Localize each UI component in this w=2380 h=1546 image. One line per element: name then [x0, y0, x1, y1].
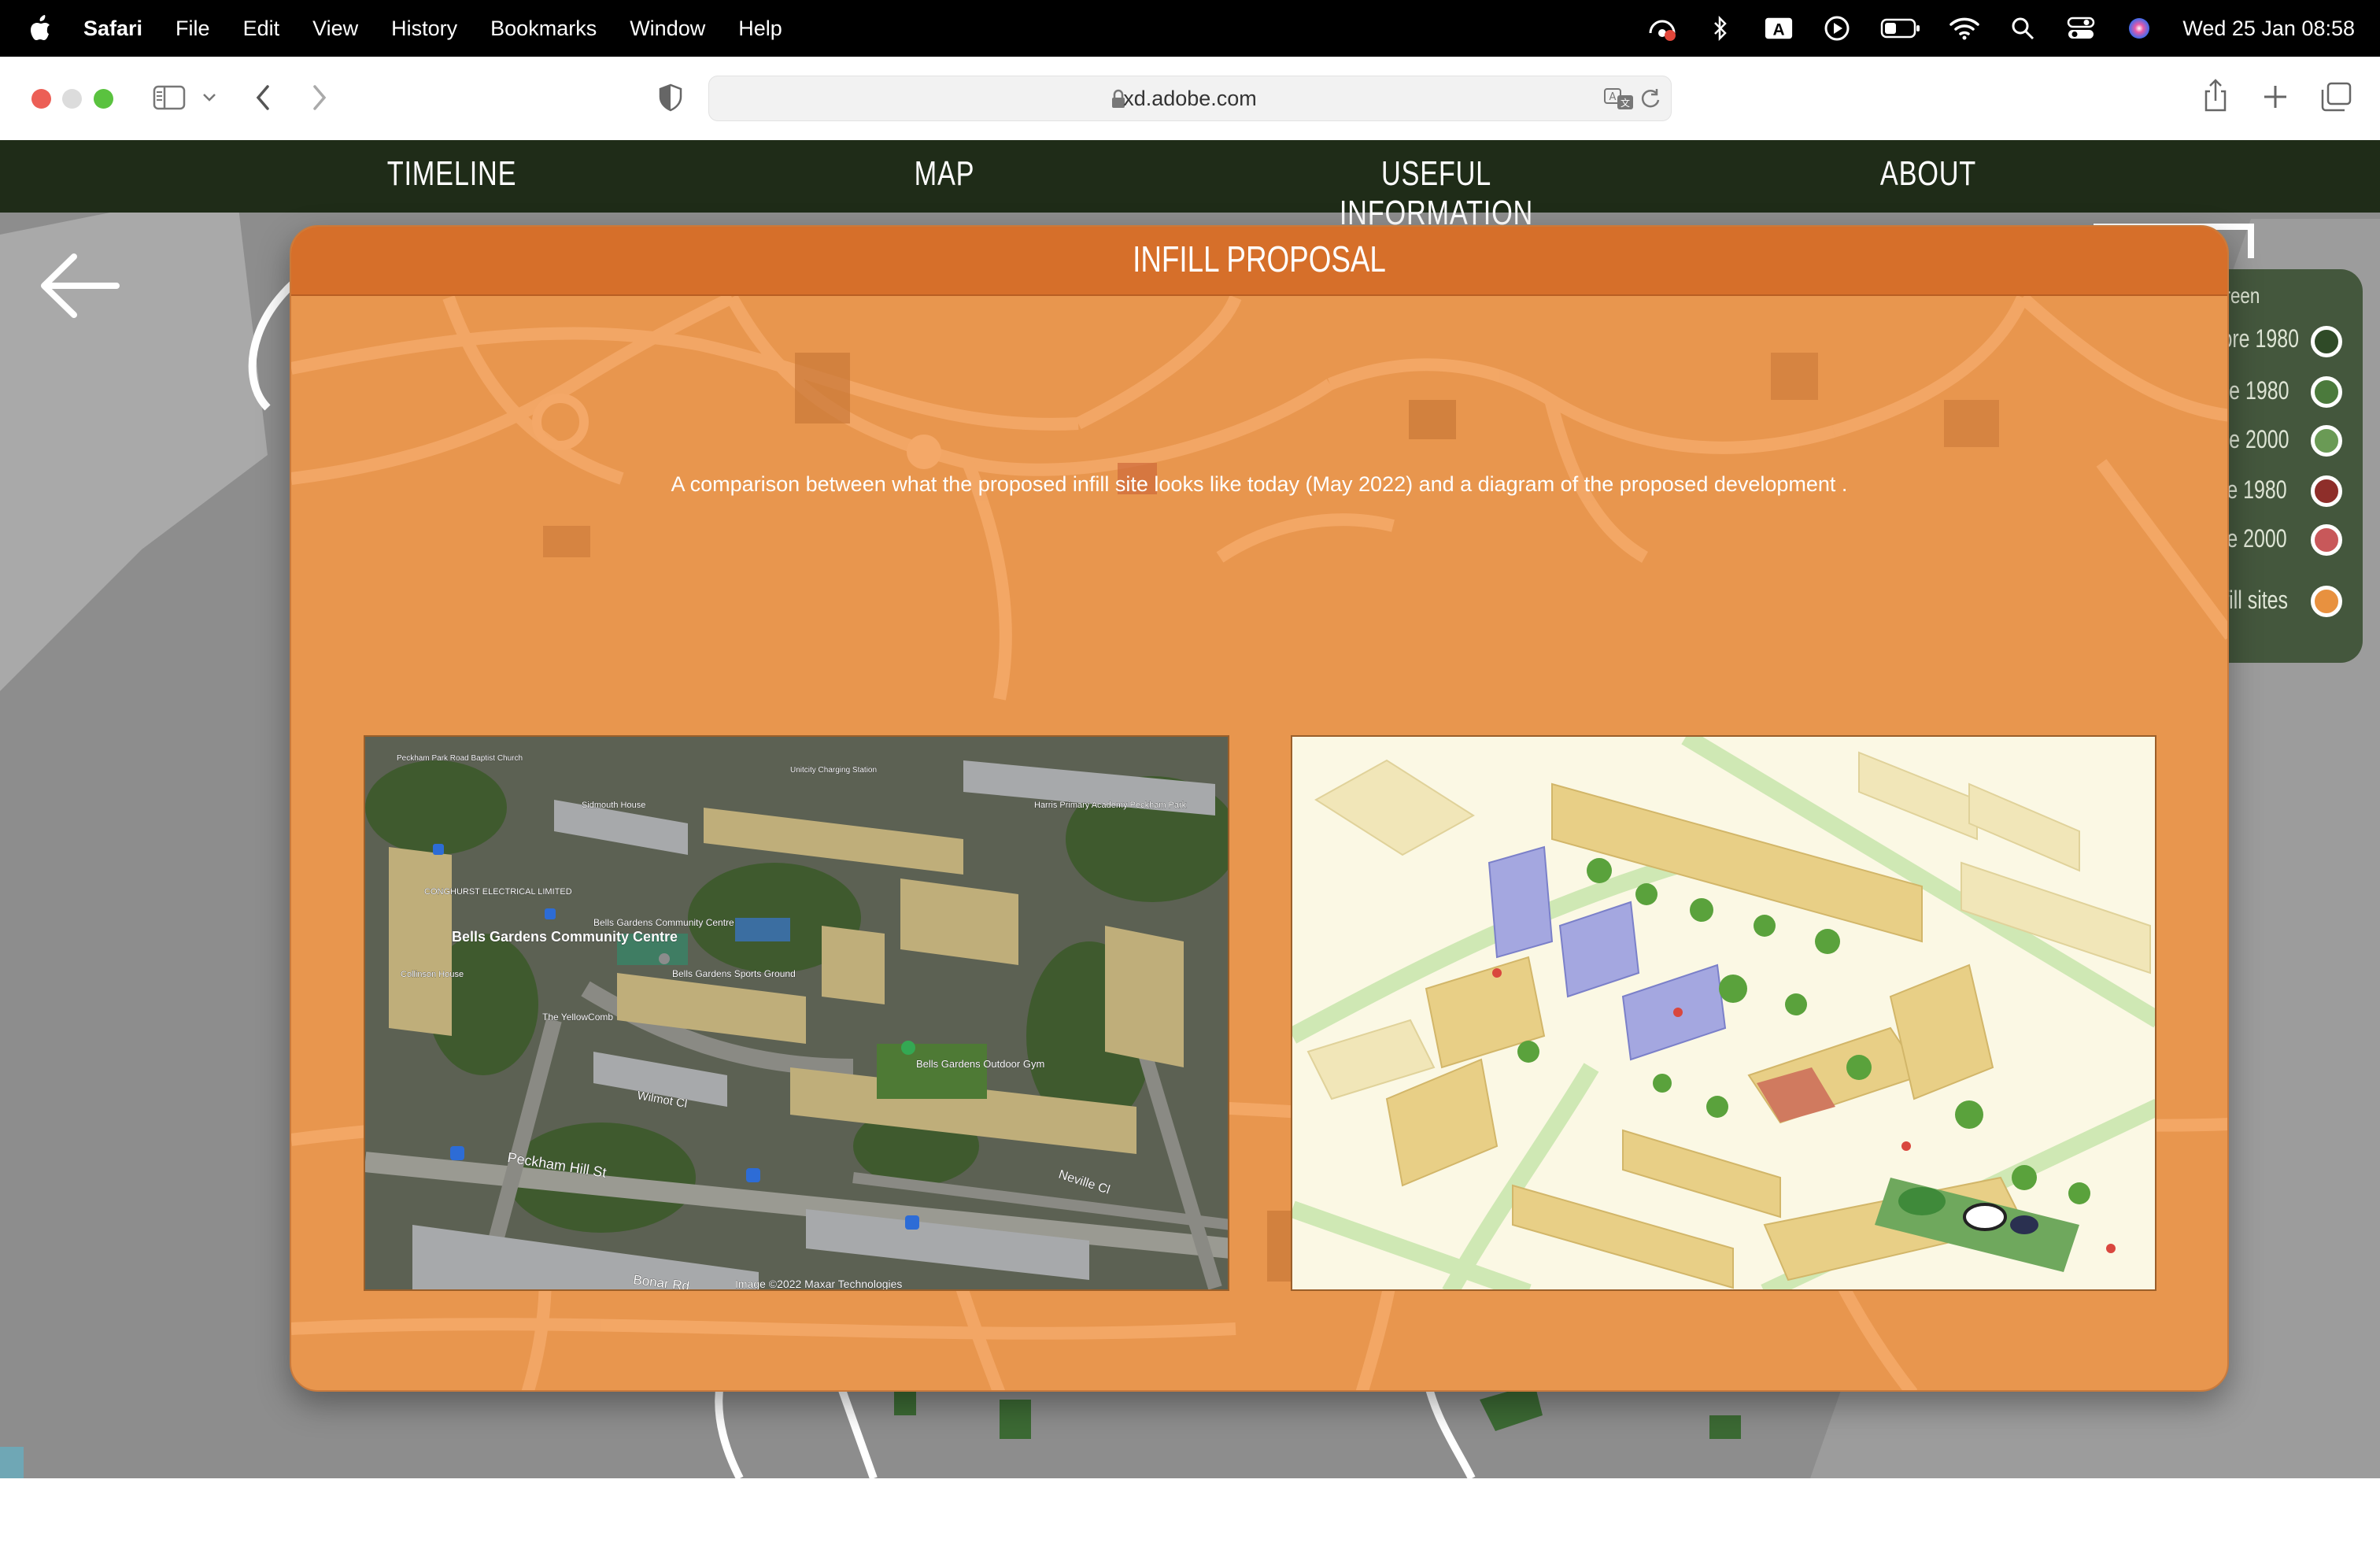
aerial-label: Harris Primary Academy Peckham Park	[1034, 801, 1187, 810]
address-bar[interactable]: xd.adobe.com A文	[708, 76, 1672, 121]
legend-toggle[interactable]	[2311, 524, 2342, 556]
forward-icon[interactable]	[310, 83, 329, 112]
infill-proposal-panel: INFILL PROPOSAL A comparison between wha…	[290, 225, 2229, 1392]
aerial-label: Bells Gardens Community Centre	[593, 917, 734, 928]
close-window-button[interactable]	[31, 89, 51, 109]
menubar-clock[interactable]: Wed 25 Jan 08:58	[2182, 17, 2355, 41]
nav-timeline[interactable]: TIMELINE	[298, 154, 605, 194]
aerial-copyright: Image ©2022 Maxar Technologies	[735, 1278, 902, 1290]
new-tab-icon[interactable]	[2262, 83, 2289, 110]
screen-record-icon[interactable]	[1647, 13, 1677, 43]
nav-about[interactable]: ABOUT	[1775, 154, 2082, 194]
menu-view[interactable]: View	[312, 17, 358, 41]
legend-toggle[interactable]	[2311, 475, 2342, 507]
menu-history[interactable]: History	[391, 17, 457, 41]
aerial-label: Bells Gardens Outdoor Gym	[916, 1058, 1044, 1070]
aerial-label: Collinson House	[401, 970, 464, 979]
development-diagram-image	[1292, 737, 2155, 1289]
panel-description: A comparison between what the proposed i…	[671, 472, 1848, 496]
siri-icon[interactable]	[2124, 13, 2154, 43]
svg-text:A: A	[1609, 91, 1617, 103]
site-nav: TIMELINE MAP USEFUL INFORMATION ABOUT	[0, 140, 2380, 232]
share-icon[interactable]	[2202, 79, 2229, 113]
aerial-label: CONGHURST ELECTRICAL LIMITED	[424, 887, 572, 897]
battery-icon[interactable]	[1880, 13, 1921, 43]
zoom-window-button[interactable]	[94, 89, 113, 109]
minimize-window-button[interactable]	[62, 89, 82, 109]
back-icon[interactable]	[253, 83, 272, 112]
legend-toggle[interactable]	[2311, 425, 2342, 457]
menu-edit[interactable]: Edit	[243, 17, 280, 41]
svg-text:A: A	[1773, 21, 1785, 39]
url-text[interactable]: xd.adobe.com	[709, 87, 1671, 111]
menu-file[interactable]: File	[176, 17, 210, 41]
aerial-photo-image: Bells Gardens Community Centre Bells Gar…	[365, 737, 1228, 1290]
search-icon[interactable]	[2008, 13, 2038, 43]
aerial-label: The YellowComb	[542, 1012, 613, 1023]
bluetooth-icon[interactable]	[1706, 13, 1735, 43]
legend-toggle[interactable]	[2311, 586, 2342, 617]
proposed-development-diagram[interactable]	[1291, 735, 2156, 1291]
aerial-label: Bells Gardens Community Centre	[452, 929, 678, 945]
back-arrow-icon[interactable]	[38, 250, 120, 321]
apple-logo-icon[interactable]	[28, 15, 52, 42]
menu-safari[interactable]: Safari	[83, 17, 142, 41]
menu-help[interactable]: Help	[738, 17, 782, 41]
keyboard-input-icon[interactable]: A	[1764, 13, 1794, 43]
legend-toggle[interactable]	[2311, 326, 2342, 357]
nav-useful-information[interactable]: USEFUL INFORMATION	[1283, 154, 1590, 233]
aerial-photo[interactable]: Bells Gardens Community Centre Bells Gar…	[364, 735, 1229, 1291]
legend-toggle[interactable]	[2311, 376, 2342, 408]
panel-title: INFILL PROPOSAL	[1133, 239, 1386, 279]
play-icon[interactable]	[1822, 13, 1852, 43]
chevron-down-icon[interactable]	[201, 91, 217, 104]
wifi-icon[interactable]	[1949, 13, 1980, 43]
menu-bookmarks[interactable]: Bookmarks	[490, 17, 597, 41]
svg-text:文: 文	[1621, 97, 1630, 109]
panel-header: INFILL PROPOSAL	[291, 227, 2227, 296]
aerial-label: Sidmouth House	[582, 801, 645, 810]
status-area: A Wed 25 Jan 08:58	[1647, 0, 2355, 57]
sidebar-icon[interactable]	[153, 85, 186, 110]
aerial-label: Bells Gardens Sports Ground	[672, 968, 796, 979]
aerial-label: Peckham Park Road Baptist Church	[397, 754, 523, 763]
translate-icon[interactable]: A文	[1603, 86, 1635, 111]
web-content: TIMELINE MAP USEFUL INFORMATION ABOUT Pa…	[0, 140, 2380, 1478]
menu-window[interactable]: Window	[630, 17, 705, 41]
menu-bar: Safari File Edit View History Bookmarks …	[0, 0, 2380, 57]
tabs-icon[interactable]	[2320, 82, 2352, 112]
aerial-label: Unitcity Charging Station	[790, 766, 877, 775]
shield-icon[interactable]	[658, 83, 683, 112]
control-center-icon[interactable]	[2066, 13, 2096, 43]
reload-icon[interactable]	[1639, 87, 1661, 109]
nav-map[interactable]: MAP	[791, 154, 1098, 194]
